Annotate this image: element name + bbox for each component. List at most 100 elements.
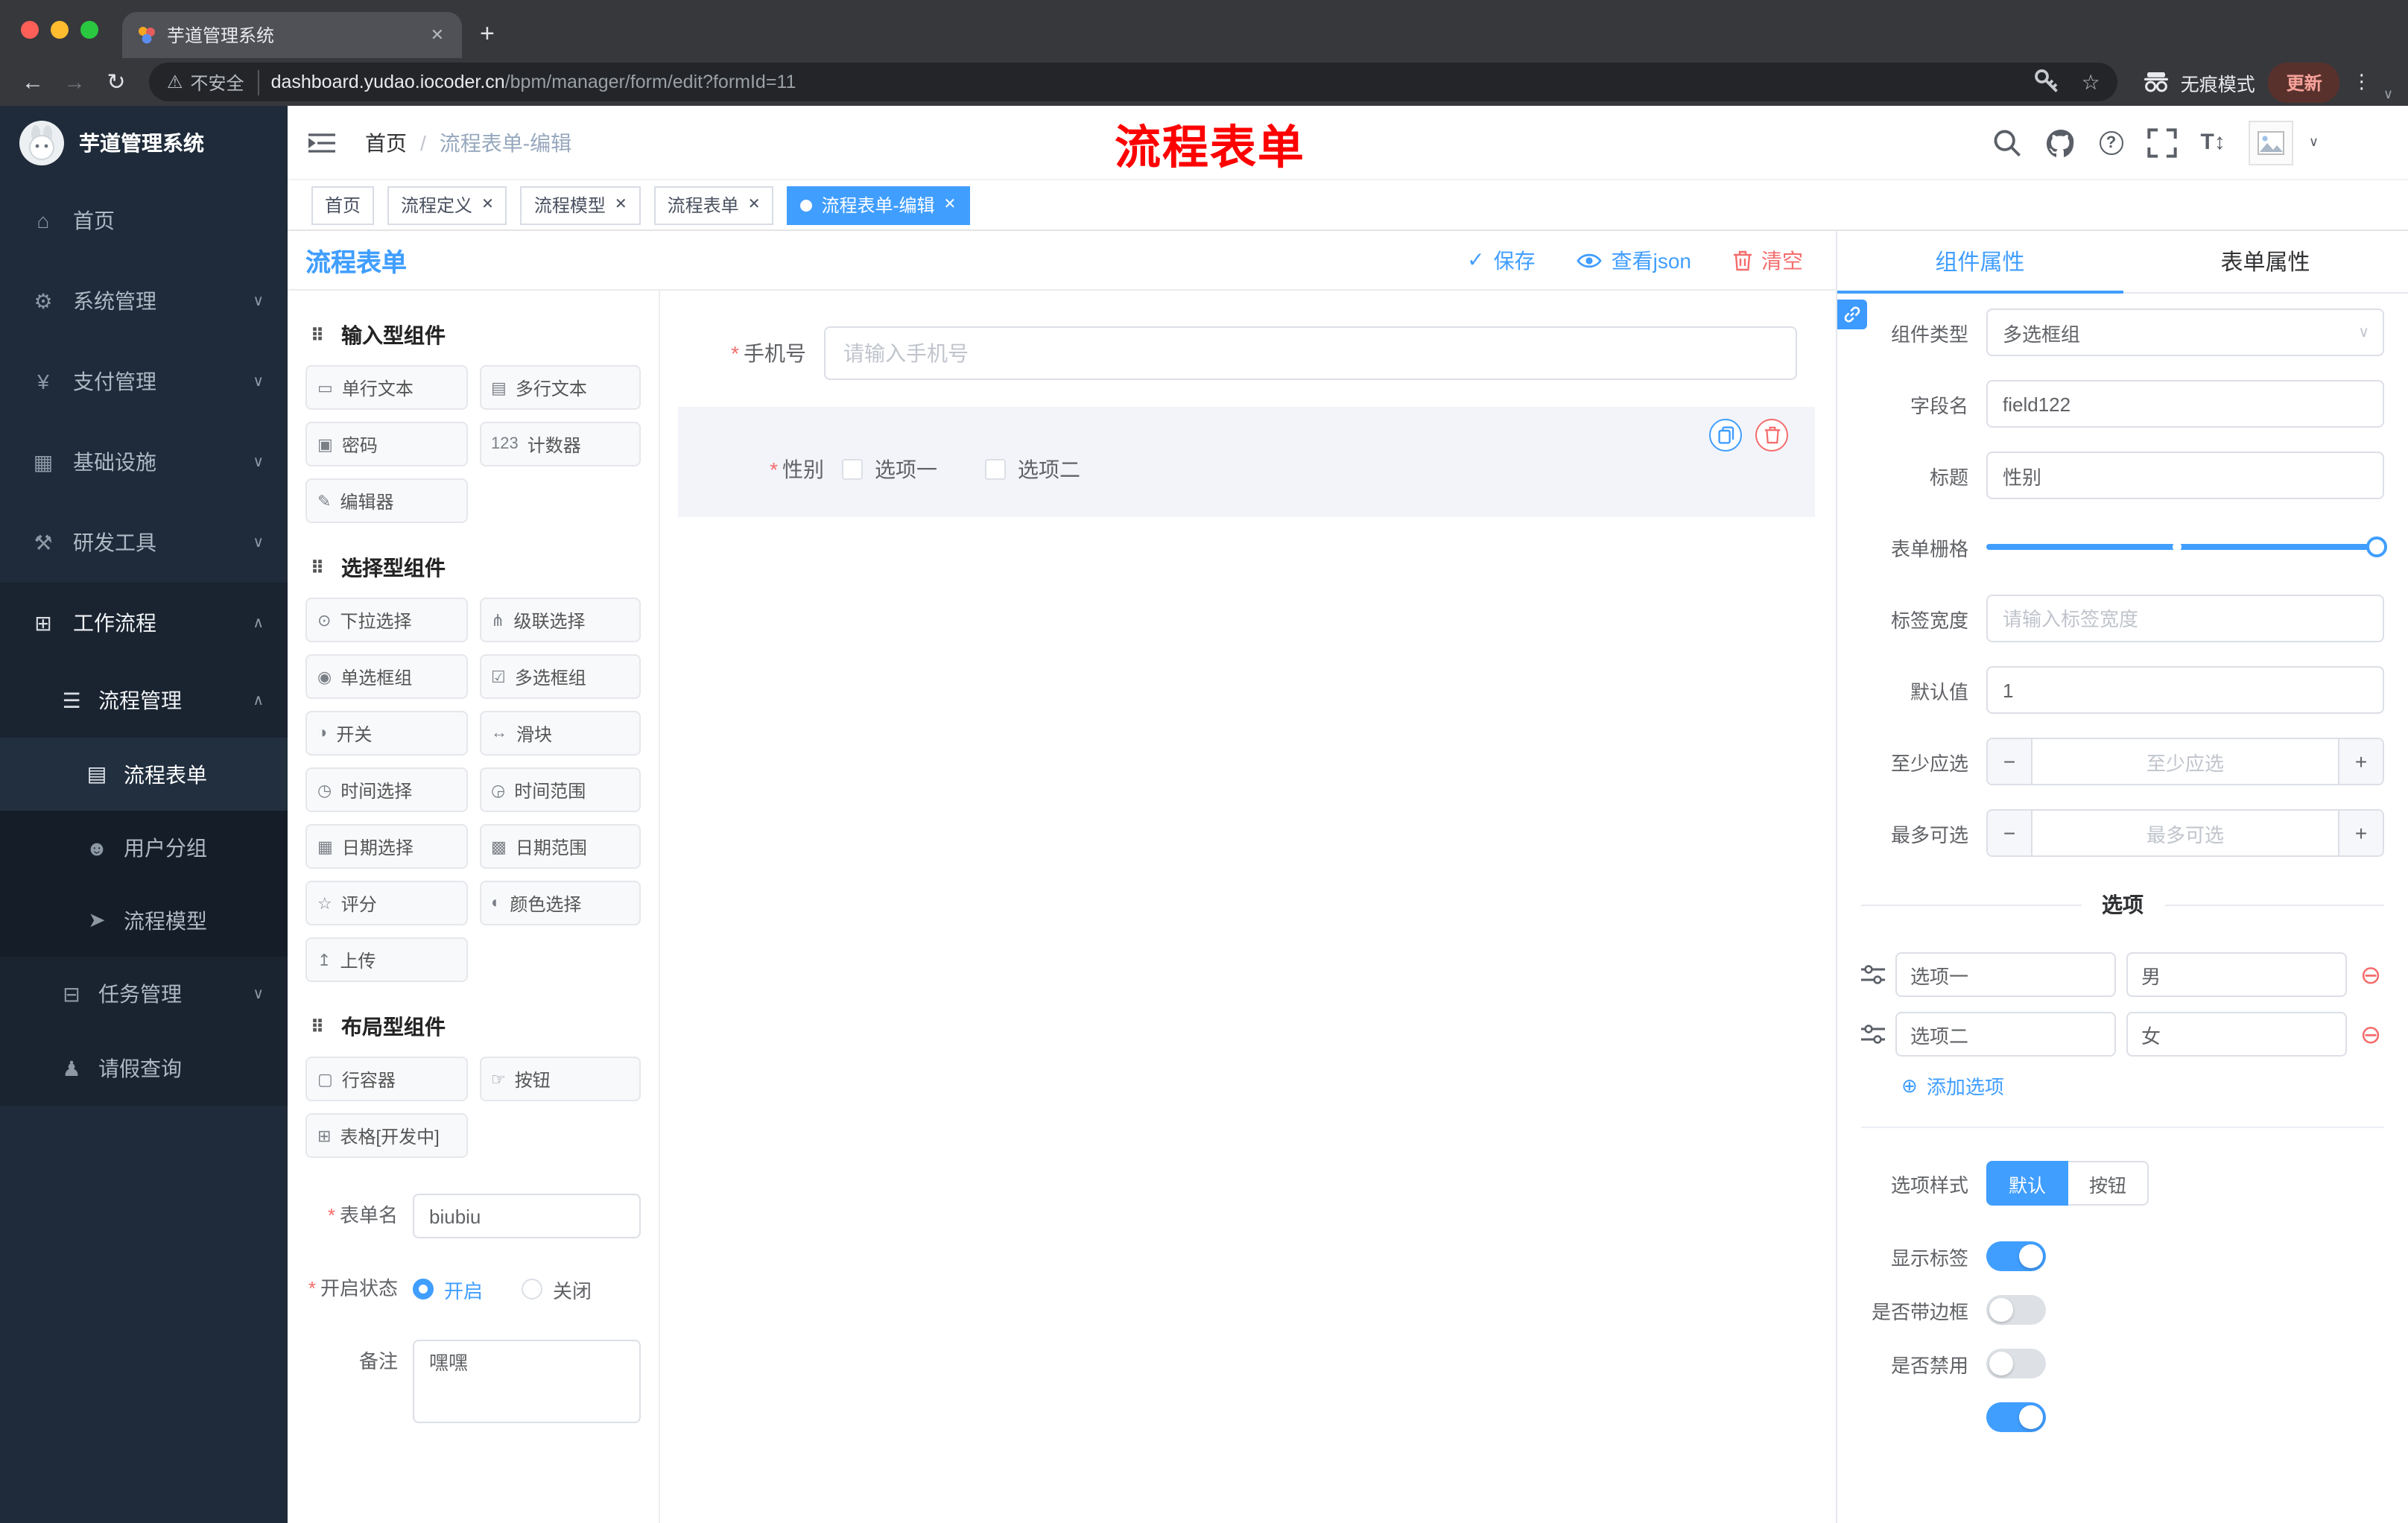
drag-option-icon[interactable] (1861, 964, 1885, 985)
label-width-input[interactable] (1986, 595, 2384, 642)
palette-item-rate[interactable]: ☆ 评分 (305, 881, 467, 925)
form-remark-textarea[interactable]: 嘿嘿 (413, 1340, 641, 1423)
sidebar-item-process-mgmt[interactable]: ☰ 流程管理 ∧ (0, 663, 288, 738)
help-icon[interactable]: ? (2099, 130, 2123, 154)
max-select-value[interactable]: 最多可选 (2032, 811, 2338, 855)
sidebar-item-process-form[interactable]: ▤ 流程表单 (0, 738, 288, 811)
min-select-value[interactable]: 至少应选 (2032, 739, 2338, 784)
form-name-input[interactable] (413, 1194, 641, 1238)
palette-item-switch[interactable]: ◑ 开关 (305, 711, 467, 756)
user-avatar[interactable] (2249, 120, 2294, 165)
tab-form-props[interactable]: 表单属性 (2123, 231, 2408, 292)
tag-home[interactable]: 首页 (311, 186, 375, 224)
fullscreen-icon[interactable] (2146, 127, 2177, 157)
gender-checkbox-option1[interactable]: 选项一 (842, 455, 937, 484)
border-switch[interactable] (1986, 1295, 2046, 1325)
bookmark-star-icon[interactable]: ☆ (2082, 69, 2100, 95)
palette-item-password[interactable]: ▣ 密码 (305, 422, 467, 466)
default-value-input[interactable] (1986, 666, 2384, 714)
palette-item-counter[interactable]: 123 计数器 (479, 422, 641, 466)
address-bar[interactable]: ⚠ 不安全 dashboard.yudao.iocoder.cn/bpm/man… (149, 63, 2118, 101)
palette-item-time-range[interactable]: ◶ 时间范围 (479, 767, 641, 812)
option-label-input[interactable] (1895, 952, 2116, 997)
gender-checkbox-option2[interactable]: 选项二 (985, 455, 1080, 484)
close-icon[interactable]: ✕ (748, 197, 761, 213)
palette-item-row-container[interactable]: ▢ 行容器 (305, 1057, 467, 1101)
search-icon[interactable] (1992, 127, 2021, 157)
sidebar-item-infrastructure[interactable]: ▦ 基础设施 ∨ (0, 422, 288, 502)
palette-item-table[interactable]: ⊞ 表格[开发中] (305, 1113, 467, 1158)
sidebar-item-payment-mgmt[interactable]: ¥ 支付管理 ∨ (0, 341, 288, 422)
palette-item-button[interactable]: ☞ 按钮 (479, 1057, 641, 1101)
slider-handle[interactable] (2366, 536, 2387, 557)
style-default-button[interactable]: 默认 (1986, 1161, 2069, 1206)
close-icon[interactable]: ✕ (615, 197, 627, 213)
increase-button[interactable]: + (2338, 739, 2383, 784)
update-button[interactable]: 更新 (2268, 62, 2340, 102)
sidebar-item-process-model[interactable]: ➤ 流程模型 (0, 884, 288, 957)
option-label-input[interactable] (1895, 1012, 2116, 1057)
tab-component-props[interactable]: 组件属性 (1837, 231, 2123, 294)
avatar-caret-icon[interactable]: ∨ (2309, 134, 2319, 151)
delete-widget-button[interactable] (1755, 419, 1788, 452)
required-switch[interactable] (1986, 1402, 2046, 1432)
field-name-input[interactable] (1986, 380, 2384, 428)
close-icon[interactable]: ✕ (943, 197, 956, 213)
new-tab-button[interactable]: + (462, 19, 513, 58)
palette-item-multi-line-text[interactable]: ▤ 多行文本 (479, 365, 641, 410)
show-label-switch[interactable] (1986, 1241, 2046, 1271)
selected-widget-gender[interactable]: 性别 选项一 选项二 (678, 407, 1815, 517)
add-option-button[interactable]: ⊕ 添加选项 (1861, 1071, 2384, 1100)
tag-process-form[interactable]: 流程表单 ✕ (653, 186, 774, 224)
copy-field-link-button[interactable] (1837, 300, 1867, 329)
window-minimize-button[interactable] (51, 21, 69, 39)
phone-input[interactable] (824, 326, 1797, 380)
security-chip[interactable]: ⚠ 不安全 (167, 69, 259, 95)
close-icon[interactable]: ✕ (481, 197, 494, 213)
remove-option-button[interactable]: ⊖ (2357, 962, 2384, 987)
drag-option-icon[interactable] (1861, 1024, 1885, 1045)
palette-item-editor[interactable]: ✎ 编辑器 (305, 478, 467, 523)
disabled-switch[interactable] (1986, 1349, 2046, 1378)
component-type-select[interactable]: 多选框组 ∨ (1986, 308, 2384, 356)
sidebar-item-leave-query[interactable]: ♟ 请假查询 (0, 1031, 288, 1106)
option-value-input[interactable] (2126, 952, 2347, 997)
palette-item-color-picker[interactable]: ◐ 颜色选择 (479, 881, 641, 925)
sidebar-item-task-mgmt[interactable]: ⊟ 任务管理 ∨ (0, 957, 288, 1031)
sidebar-item-system-mgmt[interactable]: ⚙ 系统管理 ∨ (0, 261, 288, 341)
tag-process-definition[interactable]: 流程定义 ✕ (387, 186, 507, 224)
password-key-icon[interactable] (2032, 67, 2062, 97)
copy-widget-button[interactable] (1709, 419, 1742, 452)
tab-close-icon[interactable]: ✕ (428, 25, 447, 45)
form-grid-slider[interactable] (1986, 523, 2387, 571)
font-size-icon[interactable]: T↕ (2200, 130, 2225, 155)
window-close-button[interactable] (21, 21, 39, 39)
palette-item-date-range[interactable]: ▩ 日期范围 (479, 824, 641, 869)
palette-item-radio-group[interactable]: ◉ 单选框组 (305, 654, 467, 699)
breadcrumb-home[interactable]: 首页 (365, 127, 407, 157)
clear-button[interactable]: 清空 (1733, 245, 1803, 275)
reload-button[interactable]: ↻ (95, 63, 137, 101)
status-radio-open[interactable]: 开启 (413, 1275, 483, 1303)
title-input[interactable] (1986, 452, 2384, 499)
tag-process-model[interactable]: 流程模型 ✕ (520, 186, 641, 224)
remove-option-button[interactable]: ⊖ (2357, 1022, 2384, 1047)
browser-menu-icon[interactable]: ⋮ (2340, 70, 2383, 94)
window-zoom-button[interactable] (80, 21, 98, 39)
style-button-button[interactable]: 按钮 (2068, 1161, 2149, 1206)
palette-item-cascader[interactable]: ⋔ 级联选择 (479, 598, 641, 642)
browser-tab[interactable]: 芋道管理系统 ✕ (122, 12, 462, 58)
decrease-button[interactable]: − (1988, 739, 2032, 784)
sidebar-item-dev-tools[interactable]: ⚒ 研发工具 ∨ (0, 502, 288, 583)
palette-item-date-picker[interactable]: ▦ 日期选择 (305, 824, 467, 869)
palette-item-single-line-text[interactable]: ▭ 单行文本 (305, 365, 467, 410)
tag-process-form-edit[interactable]: 流程表单-编辑 ✕ (787, 186, 970, 224)
collapse-sidebar-icon[interactable] (308, 132, 335, 153)
sidebar-item-user-group[interactable]: ☻ 用户分组 (0, 811, 288, 884)
option-value-input[interactable] (2126, 1012, 2347, 1057)
decrease-button[interactable]: − (1988, 811, 2032, 855)
view-json-button[interactable]: 查看json (1577, 245, 1691, 275)
toolbar-chevron-icon[interactable]: ∨ (2383, 86, 2396, 106)
save-button[interactable]: ✓ 保存 (1467, 245, 1535, 275)
forward-button[interactable]: → (54, 63, 95, 101)
